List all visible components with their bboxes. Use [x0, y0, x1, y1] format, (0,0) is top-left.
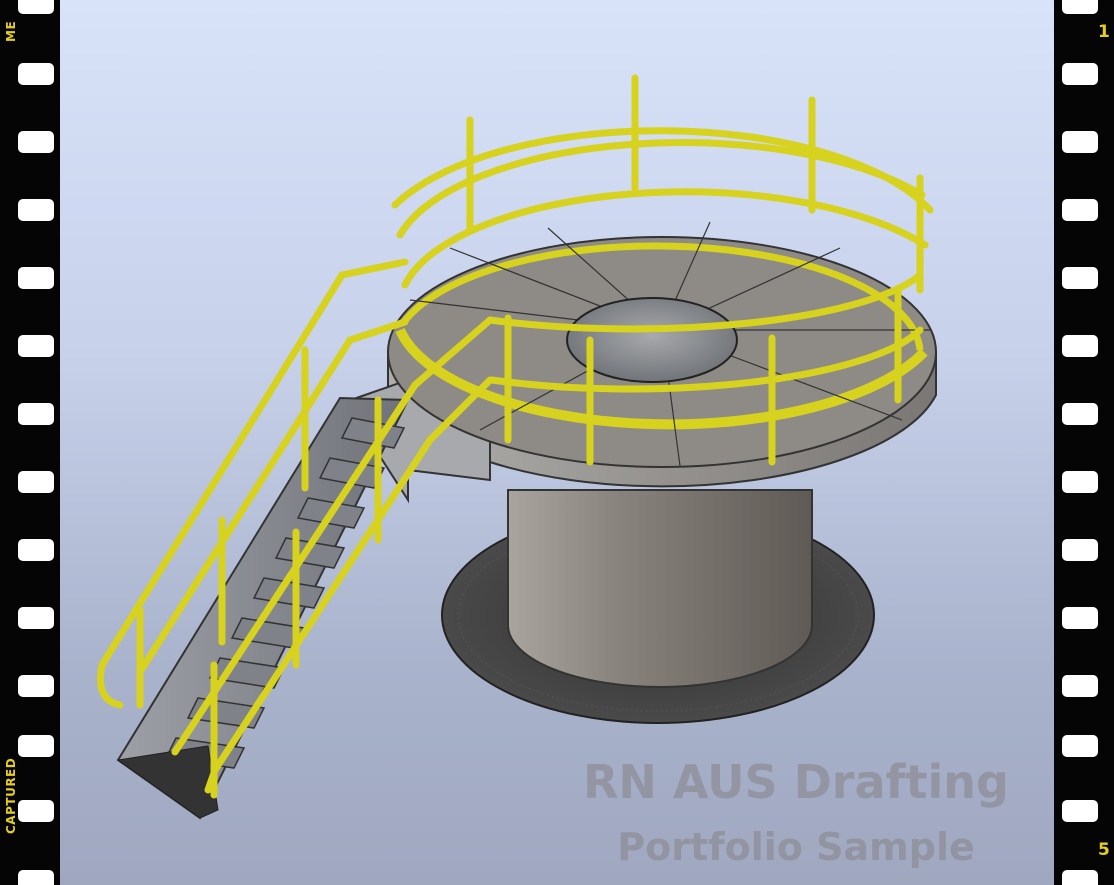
- watermark-subtitle: Portfolio Sample: [617, 825, 975, 869]
- tank-cylinder: [507, 489, 813, 688]
- sprocket-hole: [18, 335, 54, 357]
- sprocket-hole: [18, 539, 54, 561]
- watermark-title: RN AUS Drafting: [583, 755, 1009, 809]
- film-strip-left: ME CAPTURED: [0, 0, 60, 885]
- sprocket-hole: [18, 199, 54, 221]
- sprocket-hole: [18, 607, 54, 629]
- sprocket-hole: [1062, 607, 1098, 629]
- sprocket-hole: [18, 63, 54, 85]
- film-frame-number-bottom: 5: [1098, 840, 1110, 860]
- sprocket-hole: [1062, 0, 1098, 14]
- sprocket-hole: [1062, 471, 1098, 493]
- sprocket-hole: [1062, 335, 1098, 357]
- sprocket-hole: [18, 131, 54, 153]
- cad-render-viewport: RN AUS Drafting Portfolio Sample: [60, 0, 1054, 885]
- sprocket-hole: [18, 870, 54, 885]
- film-strip-right: 1 5: [1054, 0, 1114, 885]
- sprocket-hole: [1062, 675, 1098, 697]
- platform-render: [97, 74, 937, 820]
- sprocket-hole: [1062, 403, 1098, 425]
- sprocket-hole: [1062, 870, 1098, 885]
- sprocket-hole: [1062, 131, 1098, 153]
- film-edge-text-bottom: CAPTURED: [4, 757, 18, 834]
- film-edge-text-top: ME: [4, 20, 18, 42]
- sprocket-hole: [1062, 735, 1098, 757]
- sprocket-hole: [18, 471, 54, 493]
- film-frame-number-top: 1: [1098, 22, 1110, 42]
- sprocket-hole: [18, 0, 54, 14]
- sprocket-hole: [18, 267, 54, 289]
- sprocket-hole: [18, 735, 54, 757]
- sprocket-hole: [1062, 267, 1098, 289]
- sprocket-hole: [1062, 63, 1098, 85]
- sprocket-hole: [18, 675, 54, 697]
- sprocket-hole: [18, 403, 54, 425]
- sprocket-hole: [18, 800, 54, 822]
- sprocket-hole: [1062, 800, 1098, 822]
- sprocket-hole: [1062, 199, 1098, 221]
- sprocket-hole: [1062, 539, 1098, 561]
